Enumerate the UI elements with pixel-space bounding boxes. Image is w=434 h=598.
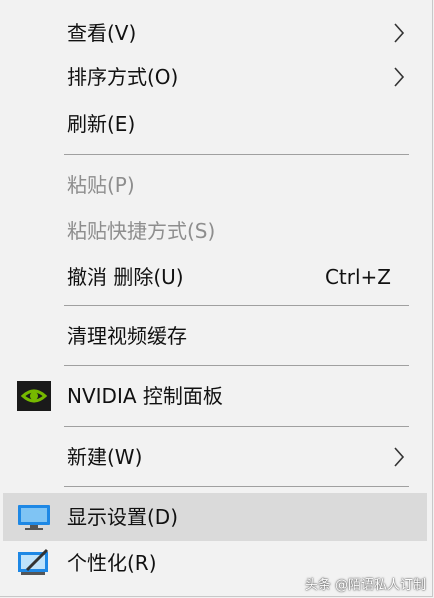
- menu-item-undo-delete[interactable]: 撤消 删除(U) Ctrl+Z: [3, 257, 427, 297]
- chevron-right-icon: [394, 67, 405, 87]
- display-icon: [18, 505, 50, 530]
- menu-separator: [64, 305, 409, 306]
- menu-item-label: 刷新(E): [67, 112, 136, 136]
- menu-item-label: 排序方式(O): [67, 65, 179, 89]
- menu-item-paste-shortcut: 粘贴快捷方式(S): [3, 211, 427, 251]
- context-menu: 查看(V) 排序方式(O) 刷新(E) 粘贴(P) 粘贴快捷方式(S) 撤消 删…: [0, 0, 433, 597]
- menu-item-label: NVIDIA 控制面板: [67, 384, 223, 408]
- menu-item-view[interactable]: 查看(V): [3, 13, 427, 53]
- menu-item-paste: 粘贴(P): [3, 165, 427, 205]
- menu-item-label: 粘贴快捷方式(S): [67, 219, 216, 243]
- personalize-icon: [18, 548, 49, 575]
- menu-separator: [64, 365, 409, 366]
- menu-separator: [64, 426, 409, 427]
- menu-item-label: 撤消 删除(U): [67, 265, 184, 289]
- menu-item-new[interactable]: 新建(W): [3, 437, 427, 477]
- menu-item-sort-by[interactable]: 排序方式(O): [3, 57, 427, 97]
- watermark: 头条 @陌语私人订制: [304, 578, 426, 593]
- menu-item-label: 新建(W): [67, 445, 143, 469]
- menu-item-shortcut: Ctrl+Z: [324, 265, 391, 289]
- menu-item-clear-video-cache[interactable]: 清理视频缓存: [3, 316, 427, 356]
- chevron-right-icon: [394, 447, 405, 467]
- menu-item-label: 清理视频缓存: [67, 324, 187, 348]
- menu-item-label: 粘贴(P): [67, 173, 135, 197]
- chevron-right-icon: [394, 23, 405, 43]
- menu-item-label: 个性化(R): [67, 551, 157, 575]
- menu-item-label: 显示设置(D): [67, 505, 179, 529]
- menu-item-nvidia-control-panel[interactable]: NVIDIA 控制面板: [3, 376, 427, 416]
- menu-item-display-settings[interactable]: 显示设置(D): [3, 493, 427, 541]
- nvidia-icon: [17, 381, 51, 411]
- menu-separator: [64, 154, 409, 155]
- menu-separator: [64, 486, 409, 487]
- menu-item-label: 查看(V): [67, 21, 137, 45]
- menu-item-refresh[interactable]: 刷新(E): [3, 104, 427, 144]
